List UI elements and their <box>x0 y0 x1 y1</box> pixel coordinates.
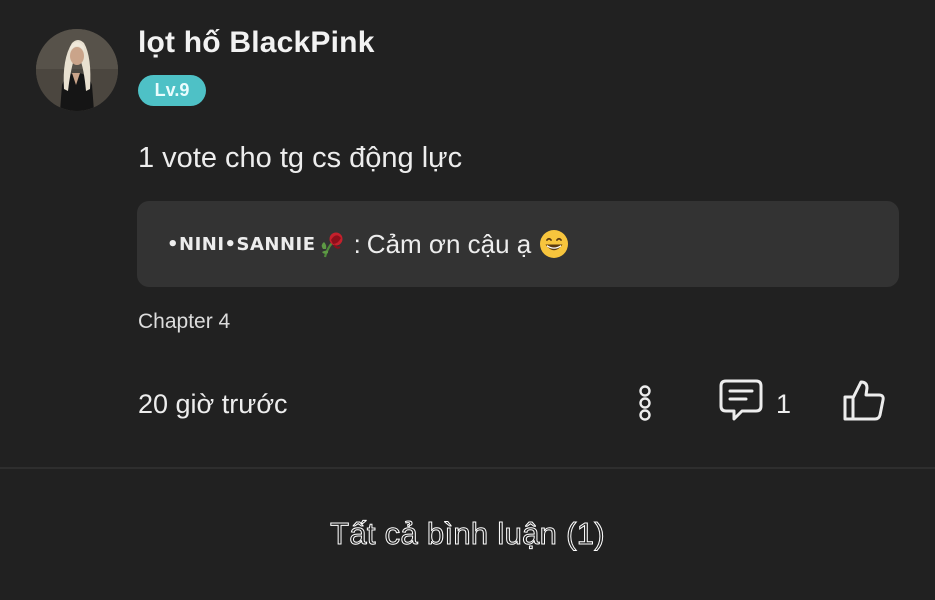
reply-button[interactable] <box>716 377 766 425</box>
like-button[interactable] <box>840 377 888 425</box>
wilted-rose-icon <box>318 229 346 259</box>
more-options-button[interactable] <box>630 382 660 426</box>
more-vertical-icon <box>639 385 651 421</box>
reply-separator: : <box>353 228 361 259</box>
level-badge: Lv.9 <box>138 75 206 106</box>
grinning-face-icon <box>539 229 569 259</box>
all-comments-label: Tất cả bình luận (1) <box>330 516 606 552</box>
comment-screen: lọt hố BlackPink Lv.9 1 vote cho tg cs đ… <box>0 0 935 600</box>
username[interactable]: lọt hố BlackPink <box>138 26 375 60</box>
reply-author: •NINI•SANNIE <box>167 233 316 255</box>
reply-count: 1 <box>776 389 792 419</box>
timestamp: 20 giờ trước <box>138 389 288 419</box>
comment-text: 1 vote cho tg cs động lực <box>138 142 463 174</box>
comment-bubble-icon <box>719 379 763 421</box>
reply-text: Cảm ơn cậu ạ <box>366 228 532 259</box>
thumbs-up-icon <box>843 380 885 421</box>
reply-preview[interactable]: •NINI•SANNIE : Cảm ơn cậu ạ <box>137 201 899 287</box>
avatar[interactable] <box>36 29 118 111</box>
all-comments-button[interactable]: Tất cả bình luận (1) <box>0 468 935 600</box>
chapter-label[interactable]: Chapter 4 <box>138 310 230 334</box>
